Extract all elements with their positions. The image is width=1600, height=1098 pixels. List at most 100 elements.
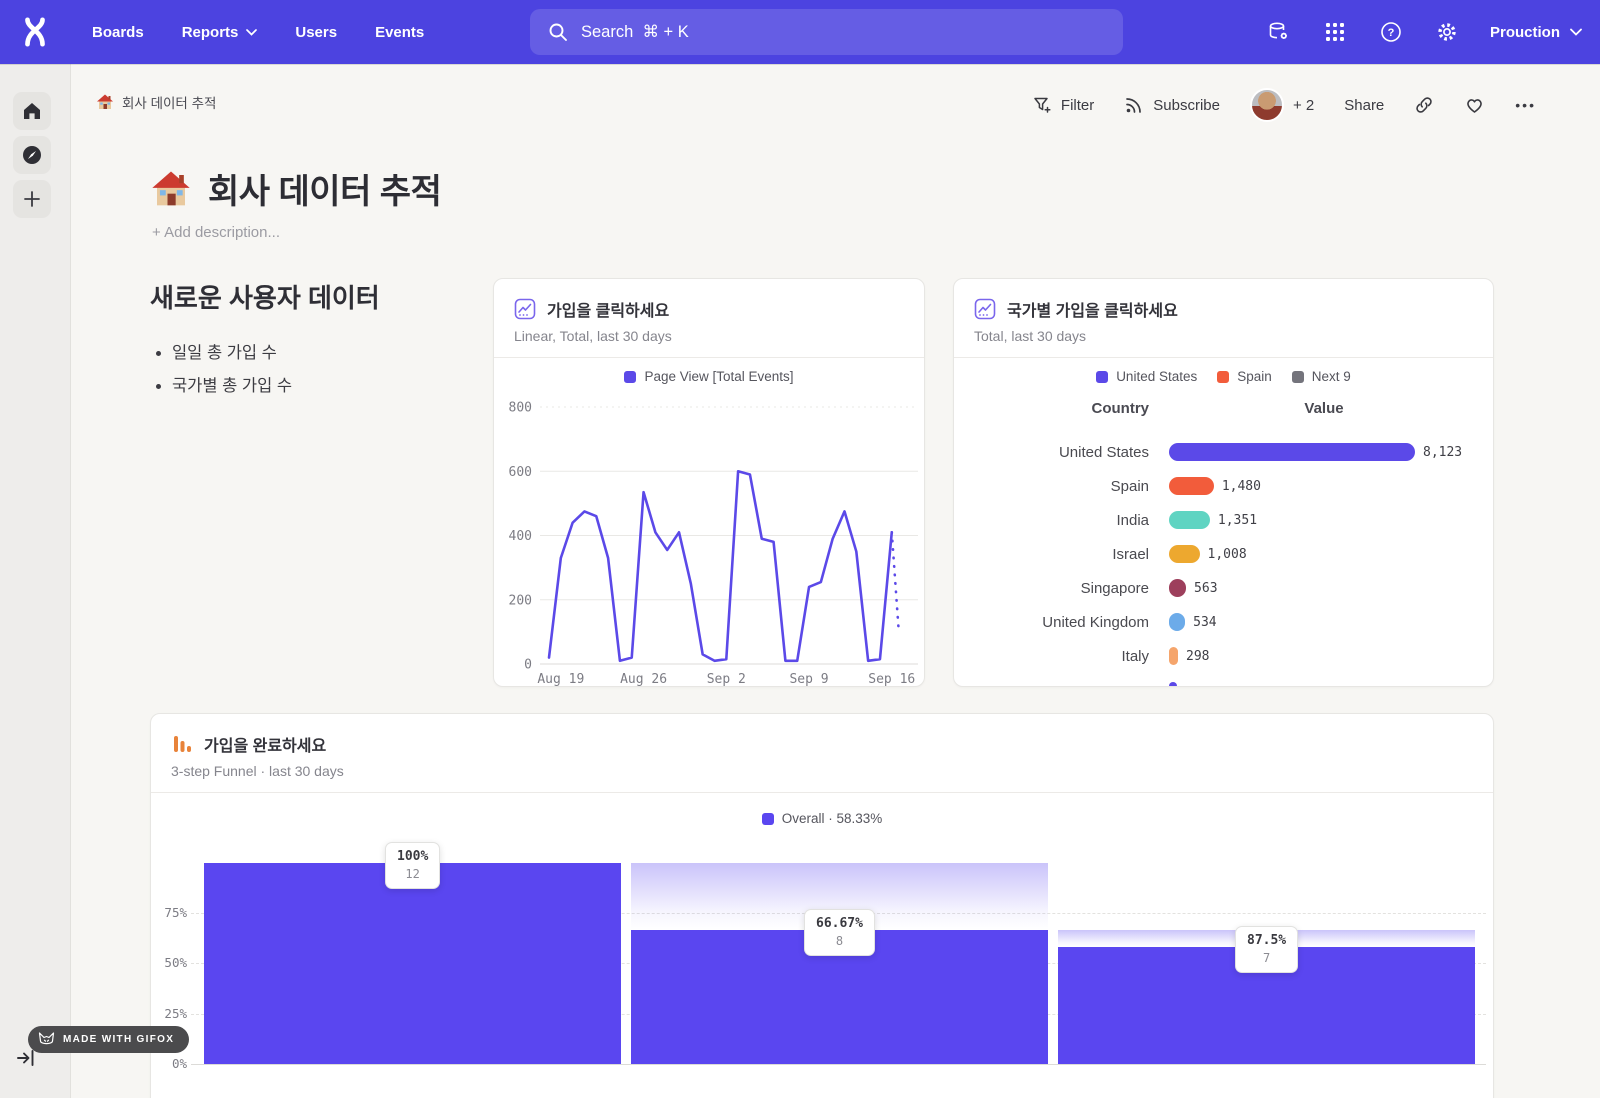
mixpanel-board-page: Boards Reports Users Events Search ⌘ + K <box>0 0 1600 1098</box>
text-widget-bullet: 일일 총 가입 수 <box>172 339 495 363</box>
mixpanel-logo[interactable] <box>0 17 70 47</box>
header-right-controls: ? Prouction <box>1266 0 1582 64</box>
ellipsis-icon: ••• <box>1515 97 1536 113</box>
page-title[interactable]: 회사 데이터 추적 <box>208 164 441 213</box>
svg-text:?: ? <box>1388 27 1395 39</box>
sidebar-create-board-button[interactable] <box>13 180 51 218</box>
bar-row-value: 1,480 <box>1222 479 1261 494</box>
line-chart-plot[interactable]: 0200400600800Aug 19Aug 26Sep 2Sep 9Sep 1… <box>494 387 924 686</box>
gifox-badge: MADE WITH GIFOX <box>28 1026 189 1053</box>
funnel-step-count: 8 <box>816 934 863 948</box>
bar-list-row[interactable]: United States 8,123 <box>954 436 1493 470</box>
compass-icon <box>21 144 43 166</box>
project-switcher[interactable]: Prouction <box>1490 24 1582 41</box>
legend-swatch <box>1217 371 1229 383</box>
bar-list-row[interactable]: Singapore 563 <box>954 572 1493 606</box>
rss-icon <box>1124 95 1144 115</box>
line-chart-card[interactable]: 가입을 클릭하세요 Linear, Total, last 30 days Pa… <box>493 278 925 687</box>
funnel-step-count: 12 <box>397 867 428 881</box>
svg-text:Aug 19: Aug 19 <box>537 672 584 686</box>
funnel-step-tooltip: 87.5%7 <box>1235 926 1298 973</box>
search-input[interactable]: Search ⌘ + K <box>530 9 1123 55</box>
bar-list-row[interactable]: Spain 1,480 <box>954 470 1493 504</box>
line-card-title: 가입을 클릭하세요 <box>547 297 669 321</box>
bar-row-bar <box>1169 443 1415 461</box>
board-canvas: 회사 데이터 추적 Filter Subscribe + 2 <box>70 64 1600 1098</box>
bar-list-row[interactable]: United Kingdom 534 <box>954 606 1493 640</box>
nav-item-users[interactable]: Users <box>295 24 337 41</box>
line-chart-legend: Page View [Total Events] <box>494 369 924 384</box>
svg-text:800: 800 <box>509 401 532 416</box>
filter-label: Filter <box>1061 97 1094 114</box>
bar-list-row[interactable]: Italy 298 <box>954 640 1493 674</box>
clipped-row-fragment <box>1169 682 1177 687</box>
fox-icon <box>38 1032 55 1047</box>
legend-swatch <box>624 371 636 383</box>
data-management-icon[interactable] <box>1266 19 1292 45</box>
svg-text:Aug 26: Aug 26 <box>620 672 667 686</box>
sidebar-discover-button[interactable] <box>13 136 51 174</box>
bar-row-country: Italy <box>954 648 1149 665</box>
country-card-subtitle: Total, last 30 days <box>974 328 1473 344</box>
top-nav-bar: Boards Reports Users Events Search ⌘ + K <box>0 0 1600 64</box>
sidebar-expand-button[interactable] <box>16 1048 36 1073</box>
sidebar-home-button[interactable] <box>13 92 51 130</box>
subscribe-label: Subscribe <box>1153 97 1220 114</box>
bar-list-row[interactable]: Israel 1,008 <box>954 538 1493 572</box>
breadcrumb[interactable]: 회사 데이터 추적 <box>96 92 216 112</box>
country-bar-card[interactable]: 국가별 가입을 클릭하세요 Total, last 30 days United… <box>953 278 1494 687</box>
country-chart-legend: United States Spain Next 9 <box>954 369 1493 384</box>
funnel-step-count: 7 <box>1247 951 1286 965</box>
bar-row-bar <box>1169 511 1210 529</box>
text-widget-bullet: 국가별 총 가입 수 <box>172 372 495 396</box>
bar-row-value: 8,123 <box>1423 445 1462 460</box>
nav-item-reports[interactable]: Reports <box>182 24 258 41</box>
bar-row-bar <box>1169 647 1178 665</box>
filter-button[interactable]: Filter <box>1032 95 1094 115</box>
share-button[interactable]: Share <box>1344 97 1384 114</box>
text-widget-heading: 새로운 사용자 데이터 <box>150 278 495 315</box>
settings-gear-icon[interactable] <box>1434 19 1460 45</box>
funnel-ytick-label: 50% <box>151 955 187 970</box>
legend-item[interactable]: Next 9 <box>1292 369 1351 384</box>
nav-item-events[interactable]: Events <box>375 24 424 41</box>
country-card-header: 국가별 가입을 클릭하세요 Total, last 30 days <box>954 279 1493 358</box>
board-actions: Filter Subscribe + 2 Share <box>1032 88 1536 122</box>
house-emoji <box>96 93 114 111</box>
gifox-label: MADE WITH GIFOX <box>63 1034 174 1045</box>
text-widget-list: 일일 총 가입 수 국가별 총 가입 수 <box>172 339 495 396</box>
link-icon <box>1414 95 1434 115</box>
funnel-step-tooltip: 66.67% 8 <box>804 909 875 956</box>
apps-grid-icon[interactable] <box>1322 19 1348 45</box>
line-card-subtitle: Linear, Total, last 30 days <box>514 328 904 344</box>
funnel-conversion-pct: 100% <box>397 849 428 864</box>
svg-text:200: 200 <box>509 593 532 608</box>
legend-label: United States <box>1116 369 1197 384</box>
funnel-conversion-pct: 66.67% <box>816 916 863 931</box>
collaborators[interactable]: + 2 <box>1250 88 1314 122</box>
filter-icon <box>1032 95 1052 115</box>
text-widget[interactable]: 새로운 사용자 데이터 일일 총 가입 수 국가별 총 가입 수 <box>150 278 495 405</box>
favorite-button[interactable] <box>1464 95 1485 115</box>
more-menu-button[interactable]: ••• <box>1515 97 1536 113</box>
legend-item[interactable]: United States <box>1096 369 1197 384</box>
funnel-plot[interactable]: 0%25%50%75%100%1266.67%887.5%7 <box>151 714 1493 1098</box>
funnel-chart-card[interactable]: 가입을 완료하세요 3-step Funnel · last 30 days O… <box>150 713 1494 1098</box>
legend-item[interactable]: Spain <box>1217 369 1272 384</box>
help-icon[interactable]: ? <box>1378 19 1404 45</box>
copy-link-button[interactable] <box>1414 95 1434 115</box>
funnel-bar-step-1[interactable] <box>204 863 621 1064</box>
bar-row-bar <box>1169 579 1186 597</box>
nav-item-boards[interactable]: Boards <box>92 24 144 41</box>
legend-swatch <box>1292 371 1304 383</box>
bar-row-country: Israel <box>954 546 1149 563</box>
add-description-button[interactable]: + Add description... <box>152 224 280 241</box>
bar-list-row[interactable]: India 1,351 <box>954 504 1493 538</box>
funnel-gridline <box>191 1064 1486 1065</box>
subscribe-button[interactable]: Subscribe <box>1124 95 1220 115</box>
sidebar <box>0 64 71 1098</box>
expand-sidebar-icon <box>16 1048 36 1068</box>
heart-icon <box>1464 95 1485 115</box>
share-label: Share <box>1344 97 1384 114</box>
funnel-ytick-label: 75% <box>151 905 187 920</box>
